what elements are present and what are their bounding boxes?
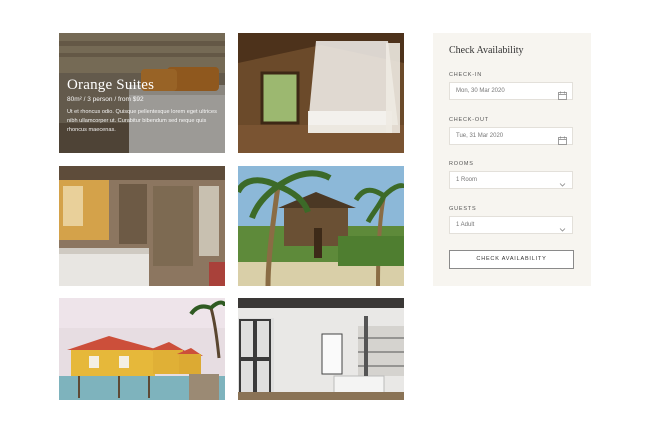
check-out-label: CHECK-OUT xyxy=(449,117,489,123)
loft-interior-photo xyxy=(238,298,404,400)
check-in-label: CHECK-IN xyxy=(449,72,482,78)
availability-panel: Check Availability CHECK-IN Mon, 30 Mar … xyxy=(433,33,591,286)
stilt-houses-photo xyxy=(59,298,225,400)
bungalow-photo xyxy=(238,166,404,286)
guests-label: GUESTS xyxy=(449,206,477,212)
room-tile-loft[interactable] xyxy=(238,298,404,400)
check-availability-button[interactable]: CHECK AVAILABILITY xyxy=(449,250,574,269)
check-in-field[interactable]: Mon, 30 Mar 2020 xyxy=(449,82,573,100)
check-out-value: Tue, 31 Mar 2020 xyxy=(456,133,504,139)
room-tile-canopy[interactable] xyxy=(238,33,404,153)
page: Orange Suites 80m² / 3 person / from $92… xyxy=(0,0,650,430)
rooms-label: ROOMS xyxy=(449,161,474,167)
guests-value: 1 Adult xyxy=(456,222,475,228)
calendar-icon xyxy=(558,87,567,105)
check-in-value: Mon, 30 Mar 2020 xyxy=(456,88,505,94)
chevron-down-icon xyxy=(558,221,567,239)
bathroom-photo xyxy=(59,166,225,286)
room-meta: 80m² / 3 person / from $92 xyxy=(67,96,144,103)
canopy-bed-photo xyxy=(238,33,404,153)
calendar-icon xyxy=(558,132,567,150)
room-tile-orange-suites[interactable]: Orange Suites 80m² / 3 person / from $92… xyxy=(59,33,225,153)
chevron-down-icon xyxy=(558,176,567,194)
room-overlay: Orange Suites 80m² / 3 person / from $92… xyxy=(67,77,217,135)
room-tile-bathroom[interactable] xyxy=(59,166,225,286)
availability-title: Check Availability xyxy=(449,45,524,56)
room-tile-bungalow[interactable] xyxy=(238,166,404,286)
rooms-value: 1 Room xyxy=(456,177,478,183)
guests-select[interactable]: 1 Adult xyxy=(449,216,573,234)
room-title[interactable]: Orange Suites xyxy=(67,77,217,94)
room-tile-stilt-houses[interactable] xyxy=(59,298,225,400)
room-description: Ut et rhoncus odio. Quisque pellentesque… xyxy=(67,109,217,133)
check-out-field[interactable]: Tue, 31 Mar 2020 xyxy=(449,127,573,145)
rooms-select[interactable]: 1 Room xyxy=(449,171,573,189)
